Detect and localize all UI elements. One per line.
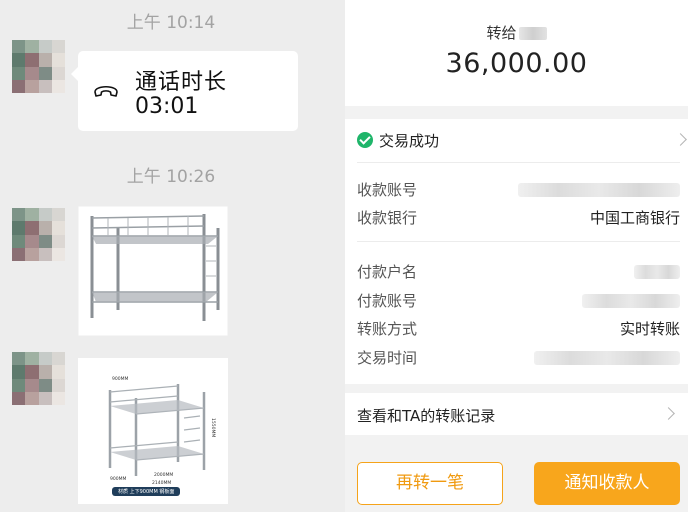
transfer-history-link[interactable]: 查看和TA的转账记录 bbox=[345, 393, 688, 435]
check-circle-icon bbox=[357, 132, 373, 148]
divider bbox=[357, 241, 680, 242]
transfer-again-button[interactable]: 再转一笔 bbox=[357, 462, 503, 505]
payer-name-row: 付款户名 bbox=[357, 261, 680, 283]
transaction-time-blurred bbox=[534, 351, 680, 365]
transfer-history-label: 查看和TA的转账记录 bbox=[357, 407, 496, 425]
bunk-bed-diagram-image: 900MM 1550MM 2000MM 2140MM 900MM bbox=[78, 358, 228, 504]
chat-panel: 上午 10:14 通话时长 03:01 上午 10:26 900MM 1550M… bbox=[0, 0, 342, 512]
chat-timestamp: 上午 10:26 bbox=[126, 167, 216, 187]
call-duration-label: 通话时长 bbox=[135, 70, 228, 95]
image-caption: 材质 上下900MM 钢板面 bbox=[112, 487, 181, 496]
dimension-label: 900MM bbox=[112, 376, 128, 382]
transaction-status-row[interactable]: 交易成功 bbox=[357, 129, 687, 153]
chat-timestamp: 上午 10:14 bbox=[126, 13, 216, 33]
dimension-label: 900MM bbox=[110, 476, 126, 482]
transfer-to-label: 转给 bbox=[486, 24, 517, 42]
payee-bank-value: 中国工商银行 bbox=[589, 209, 680, 227]
transaction-time-label: 交易时间 bbox=[357, 349, 418, 367]
call-record-bubble[interactable]: 通话时长 03:01 bbox=[71, 51, 298, 131]
payee-bank-label: 收款银行 bbox=[357, 209, 418, 227]
payee-bank-row: 收款银行 中国工商银行 bbox=[357, 207, 680, 229]
notify-payee-button[interactable]: 通知收款人 bbox=[534, 462, 680, 505]
transaction-status: 交易成功 bbox=[379, 132, 440, 150]
bunk-bed-photo-1[interactable] bbox=[77, 205, 229, 337]
transfer-recipient: 转给 bbox=[345, 22, 688, 43]
transfer-method-value: 实时转账 bbox=[619, 320, 680, 338]
avatar[interactable] bbox=[12, 40, 65, 93]
bunk-bed-image bbox=[77, 205, 229, 337]
recipient-name-blurred bbox=[518, 27, 547, 40]
divider bbox=[357, 162, 680, 163]
transfer-method-row: 转账方式 实时转账 bbox=[357, 318, 680, 340]
transfer-amount: 36,000.00 bbox=[445, 48, 588, 79]
transfer-detail-panel: 转给 36,000.00 交易成功 收款账号 收款银行 中国工商银行 付款户名 … bbox=[345, 0, 688, 512]
avatar[interactable] bbox=[12, 208, 65, 261]
payee-account-row: 收款账号 bbox=[357, 179, 680, 201]
phone-handset-icon bbox=[94, 85, 118, 97]
chevron-right-icon bbox=[662, 407, 675, 420]
chevron-right-icon bbox=[674, 133, 687, 146]
payer-account-blurred bbox=[582, 294, 680, 308]
dimension-label: 1550MM bbox=[210, 418, 216, 437]
dimension-label: 2000MM bbox=[154, 472, 173, 478]
payee-account-label: 收款账号 bbox=[357, 181, 418, 199]
transfer-info-card: 交易成功 收款账号 收款银行 中国工商银行 付款户名 付款账号 转账方式 实时转… bbox=[345, 119, 688, 384]
payer-name-blurred bbox=[634, 265, 680, 279]
payer-account-label: 付款账号 bbox=[357, 292, 418, 310]
bunk-bed-photo-2[interactable]: 900MM 1550MM 2000MM 2140MM 900MM 材质 上下90… bbox=[78, 358, 228, 504]
transfer-method-label: 转账方式 bbox=[357, 320, 418, 338]
payer-account-row: 付款账号 bbox=[357, 290, 680, 312]
call-duration-value: 03:01 bbox=[135, 94, 199, 119]
avatar[interactable] bbox=[12, 352, 65, 405]
transaction-time-row: 交易时间 bbox=[357, 347, 680, 369]
transfer-header: 转给 36,000.00 bbox=[345, 0, 688, 106]
payee-account-blurred bbox=[518, 183, 680, 197]
payer-name-label: 付款户名 bbox=[357, 263, 418, 281]
dimension-label: 2140MM bbox=[152, 480, 171, 486]
